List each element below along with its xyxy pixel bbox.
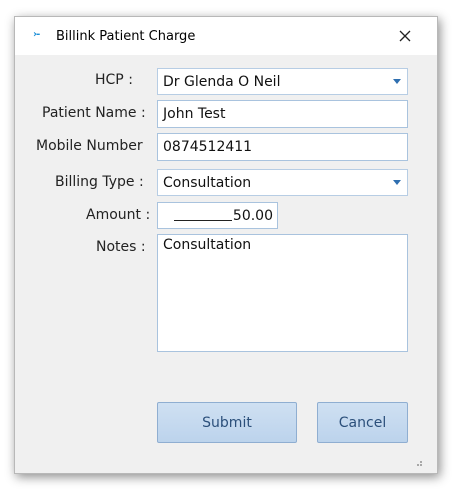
title-bar[interactable]: ›- Billink Patient Charge bbox=[15, 17, 437, 55]
window-title: Billink Patient Charge bbox=[56, 29, 196, 44]
billing-type-select[interactable]: Consultation bbox=[157, 169, 408, 196]
dialog-window: ›- Billink Patient Charge HCP : Dr Glend… bbox=[14, 16, 438, 474]
hcp-selected-value: Dr Glenda O Neil bbox=[163, 73, 281, 90]
amount-underline bbox=[173, 211, 232, 221]
billing-type-selected-value: Consultation bbox=[163, 174, 252, 191]
notes-label: Notes : bbox=[96, 239, 146, 255]
notes-value: Consultation bbox=[163, 237, 252, 253]
mobile-number-label: Mobile Number bbox=[36, 138, 143, 154]
amount-label: Amount : bbox=[86, 207, 151, 223]
patient-name-value: John Test bbox=[163, 106, 226, 122]
close-icon bbox=[399, 30, 411, 42]
amount-field[interactable]: 50.00 bbox=[157, 202, 278, 229]
resize-grip-icon[interactable] bbox=[413, 457, 423, 467]
chevron-down-icon bbox=[393, 179, 401, 185]
mobile-number-value: 0874512411 bbox=[163, 139, 253, 155]
mobile-number-field[interactable]: 0874512411 bbox=[157, 133, 408, 161]
hcp-label: HCP : bbox=[95, 72, 133, 88]
chevron-down-icon bbox=[393, 78, 401, 84]
cancel-button[interactable]: Cancel bbox=[317, 402, 408, 443]
billing-type-label: Billing Type : bbox=[55, 174, 144, 190]
submit-button[interactable]: Submit bbox=[157, 402, 297, 443]
patient-name-field[interactable]: John Test bbox=[157, 100, 408, 128]
close-button[interactable] bbox=[393, 25, 417, 47]
billink-arrow-icon: ›- bbox=[33, 29, 40, 40]
notes-textarea[interactable]: Consultation bbox=[157, 234, 408, 352]
amount-value: 50.00 bbox=[232, 207, 273, 224]
patient-name-label: Patient Name : bbox=[42, 105, 146, 121]
hcp-select[interactable]: Dr Glenda O Neil bbox=[157, 68, 408, 95]
